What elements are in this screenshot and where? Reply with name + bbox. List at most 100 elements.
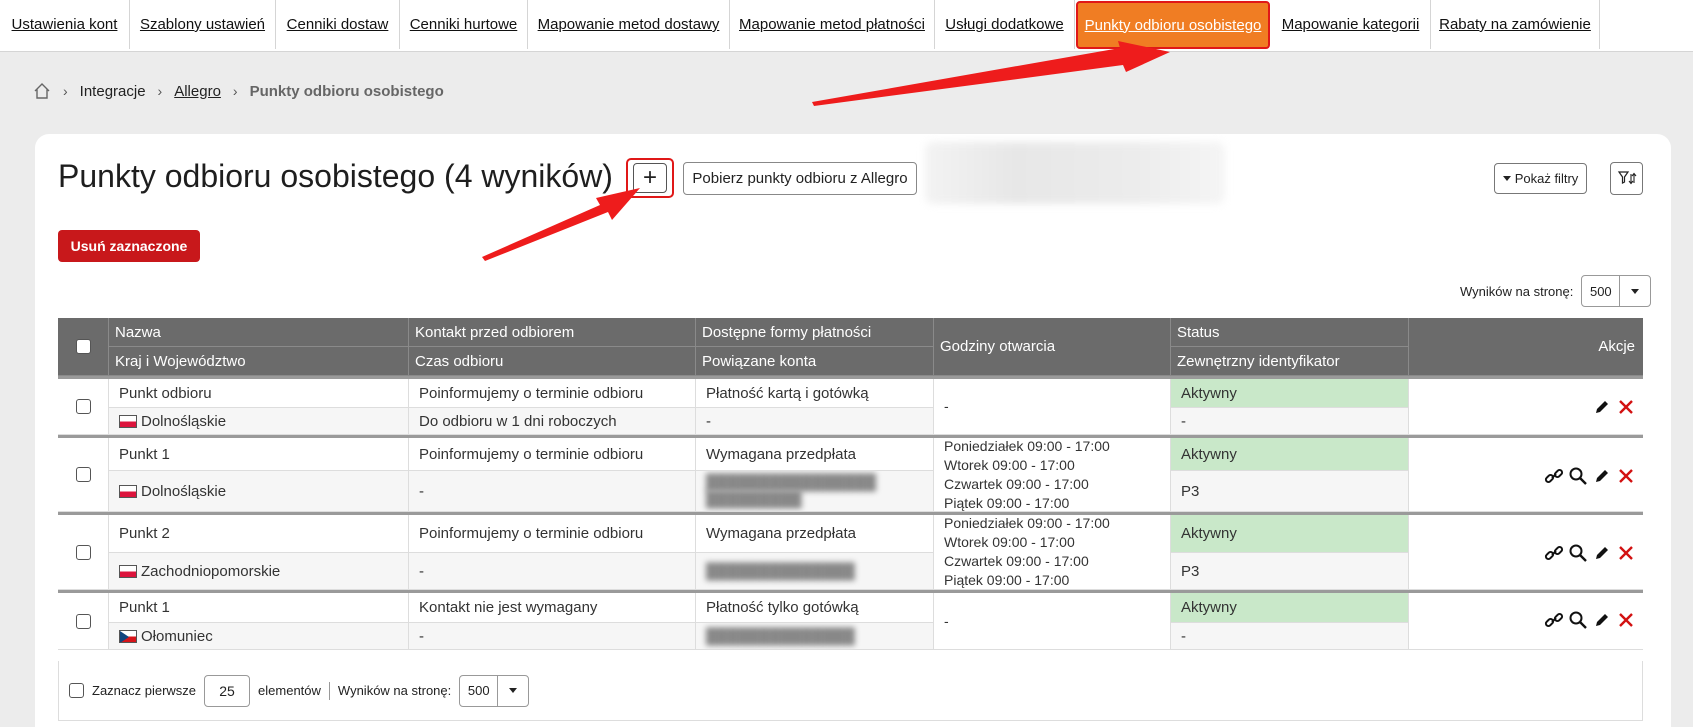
header-pickup-time: Czas odbioru: [409, 347, 696, 376]
delete-icon[interactable]: [1616, 543, 1636, 563]
header-external-id: Zewnętrzny identyfikator: [1171, 347, 1409, 376]
pencil-icon[interactable]: [1592, 466, 1612, 486]
row-checkbox[interactable]: [75, 399, 91, 414]
point-external-id: -: [1171, 623, 1409, 650]
pencil-icon[interactable]: [1592, 543, 1612, 563]
tab-category-mapping[interactable]: Mapowanie kategorii: [1271, 0, 1431, 49]
row-checkbox[interactable]: [75, 544, 91, 560]
per-page-select[interactable]: 500: [1581, 275, 1652, 307]
add-pickup-point-button[interactable]: +: [626, 158, 674, 198]
tab-delivery-mapping[interactable]: Mapowanie metod dostawy: [528, 0, 730, 49]
tab-wholesale-pricing[interactable]: Cenniki hurtowe: [400, 0, 528, 49]
row-actions: [1544, 543, 1636, 563]
delete-icon[interactable]: [1616, 397, 1636, 417]
point-contact: Poinformujemy o terminie odbioru: [409, 379, 696, 408]
delete-selected-button[interactable]: Usuń zaznaczone: [58, 230, 200, 262]
point-payment: Wymagana przedpłata: [696, 515, 934, 553]
row-actions: [1544, 466, 1636, 486]
region-label: Dolnośląskie: [141, 482, 227, 500]
hours-line: -: [944, 398, 949, 414]
redacted-text: ██████████████: [706, 562, 855, 580]
hours-line: Wtorek 09:00 - 17:00: [944, 534, 1075, 550]
fetch-from-allegro-button[interactable]: Pobierz punkty odbioru z Allegro: [683, 162, 917, 195]
link-icon[interactable]: [1544, 610, 1564, 630]
show-filters-label: Pokaż filtry: [1514, 171, 1579, 186]
pencil-icon[interactable]: [1592, 610, 1612, 630]
hours-line: Poniedziałek 09:00 - 17:00: [944, 438, 1110, 454]
header-name: Nazwa: [109, 318, 409, 347]
tab-additional-services[interactable]: Usługi dodatkowe: [935, 0, 1075, 49]
tab-order-discounts[interactable]: Rabaty na zamówienie: [1431, 0, 1600, 49]
region-label: Zachodniopomorskie: [141, 562, 281, 580]
show-filters-button[interactable]: Pokaż filtry: [1494, 163, 1587, 194]
point-contact: Poinformujemy o terminie odbioru: [409, 515, 696, 553]
point-name: Punkt odbioru: [109, 379, 409, 408]
row-select-cell: [58, 379, 109, 435]
header-payment: Dostępne formy płatności: [696, 318, 934, 347]
row-select-cell: [58, 515, 109, 590]
point-accounts-redacted: ████████████████ █████████: [696, 471, 934, 512]
row-checkbox[interactable]: [75, 467, 91, 482]
per-page-label: Wyników na stronę:: [1460, 283, 1574, 299]
select-all-checkbox[interactable]: [75, 339, 91, 354]
caret-down-icon: [498, 676, 528, 706]
status-badge: Aktywny: [1171, 379, 1409, 408]
pencil-icon[interactable]: [1592, 397, 1612, 417]
top-tab-bar: Ustawienia kont Szablony ustawień Cennik…: [0, 0, 1693, 52]
row-actions: [1592, 397, 1636, 417]
header-status: Status: [1171, 318, 1409, 347]
hours-line: Czwartek 09:00 - 17:00: [944, 553, 1089, 569]
hours-line: Piątek 09:00 - 17:00: [944, 494, 1070, 511]
hours-line: Poniedziałek 09:00 - 17:00: [944, 515, 1110, 531]
status-badge: Aktywny: [1171, 593, 1409, 623]
point-name: Punkt 1: [109, 593, 409, 623]
search-icon[interactable]: [1568, 543, 1588, 563]
hours-line: Piątek 09:00 - 17:00: [944, 572, 1070, 588]
point-region: Dolnośląskie: [109, 471, 409, 512]
breadcrumb-allegro-link[interactable]: Allegro: [174, 83, 221, 100]
redacted-area: [925, 142, 1225, 204]
per-page-select[interactable]: 500: [459, 674, 530, 707]
tab-payment-mapping[interactable]: Mapowanie metod płatności: [730, 0, 935, 49]
page-title: Punkty odbioru osobistego (4 wyników): [58, 158, 613, 194]
hours-line: Czwartek 09:00 - 17:00: [944, 475, 1089, 492]
point-external-id: P3: [1171, 553, 1409, 590]
header-accounts: Powiązane konta: [696, 347, 934, 376]
point-pickup-time: -: [409, 623, 696, 650]
link-icon[interactable]: [1544, 466, 1564, 486]
search-icon[interactable]: [1568, 610, 1588, 630]
point-region: Dolnośląskie: [109, 408, 409, 435]
point-accounts-redacted: ██████████████: [696, 623, 934, 650]
point-name: Punkt 1: [109, 438, 409, 471]
point-payment: Płatność kartą i gotówką: [696, 379, 934, 408]
link-icon[interactable]: [1544, 543, 1564, 563]
tab-pickup-points[interactable]: Punkty odbioru osobistego: [1076, 1, 1270, 49]
delete-icon[interactable]: [1616, 610, 1636, 630]
point-contact: Kontakt nie jest wymagany: [409, 593, 696, 623]
delete-icon[interactable]: [1616, 466, 1636, 486]
status-badge: Aktywny: [1171, 438, 1409, 471]
select-first-input[interactable]: 25: [204, 674, 251, 707]
region-label: Dolnośląskie: [141, 412, 227, 430]
filter-sort-icon[interactable]: [1610, 162, 1643, 195]
search-icon[interactable]: [1568, 466, 1588, 486]
row-checkbox[interactable]: [75, 613, 91, 629]
region-label: Ołomuniec: [141, 627, 213, 645]
breadcrumb-current: Punkty odbioru osobistego: [249, 82, 444, 100]
point-hours: Poniedziałek 09:00 - 17:00 Wtorek 09:00 …: [934, 515, 1171, 590]
hours-line: -: [944, 612, 949, 629]
home-icon[interactable]: [33, 82, 51, 100]
tab-delivery-pricing[interactable]: Cenniki dostaw: [276, 0, 400, 49]
breadcrumb: › Integracje › Allegro › Punkty odbioru …: [33, 80, 444, 102]
header-hours: Godziny otwarcia: [934, 318, 1171, 376]
select-first-checkbox[interactable]: [69, 683, 84, 698]
point-contact: Poinformujemy o terminie odbioru: [409, 438, 696, 471]
tab-settings-templates[interactable]: Szablony ustawień: [130, 0, 276, 49]
per-page-label: Wyników na stronę:: [337, 683, 452, 698]
tab-account-settings[interactable]: Ustawienia kont: [0, 0, 130, 49]
table-footer: Zaznacz pierwsze 25 elementów Wyników na…: [58, 661, 1643, 721]
point-hours: -: [934, 379, 1171, 435]
per-page-value: 500: [1582, 276, 1621, 306]
redacted-text: ██████████████: [706, 627, 855, 645]
header-actions: Akcje: [1409, 318, 1643, 376]
